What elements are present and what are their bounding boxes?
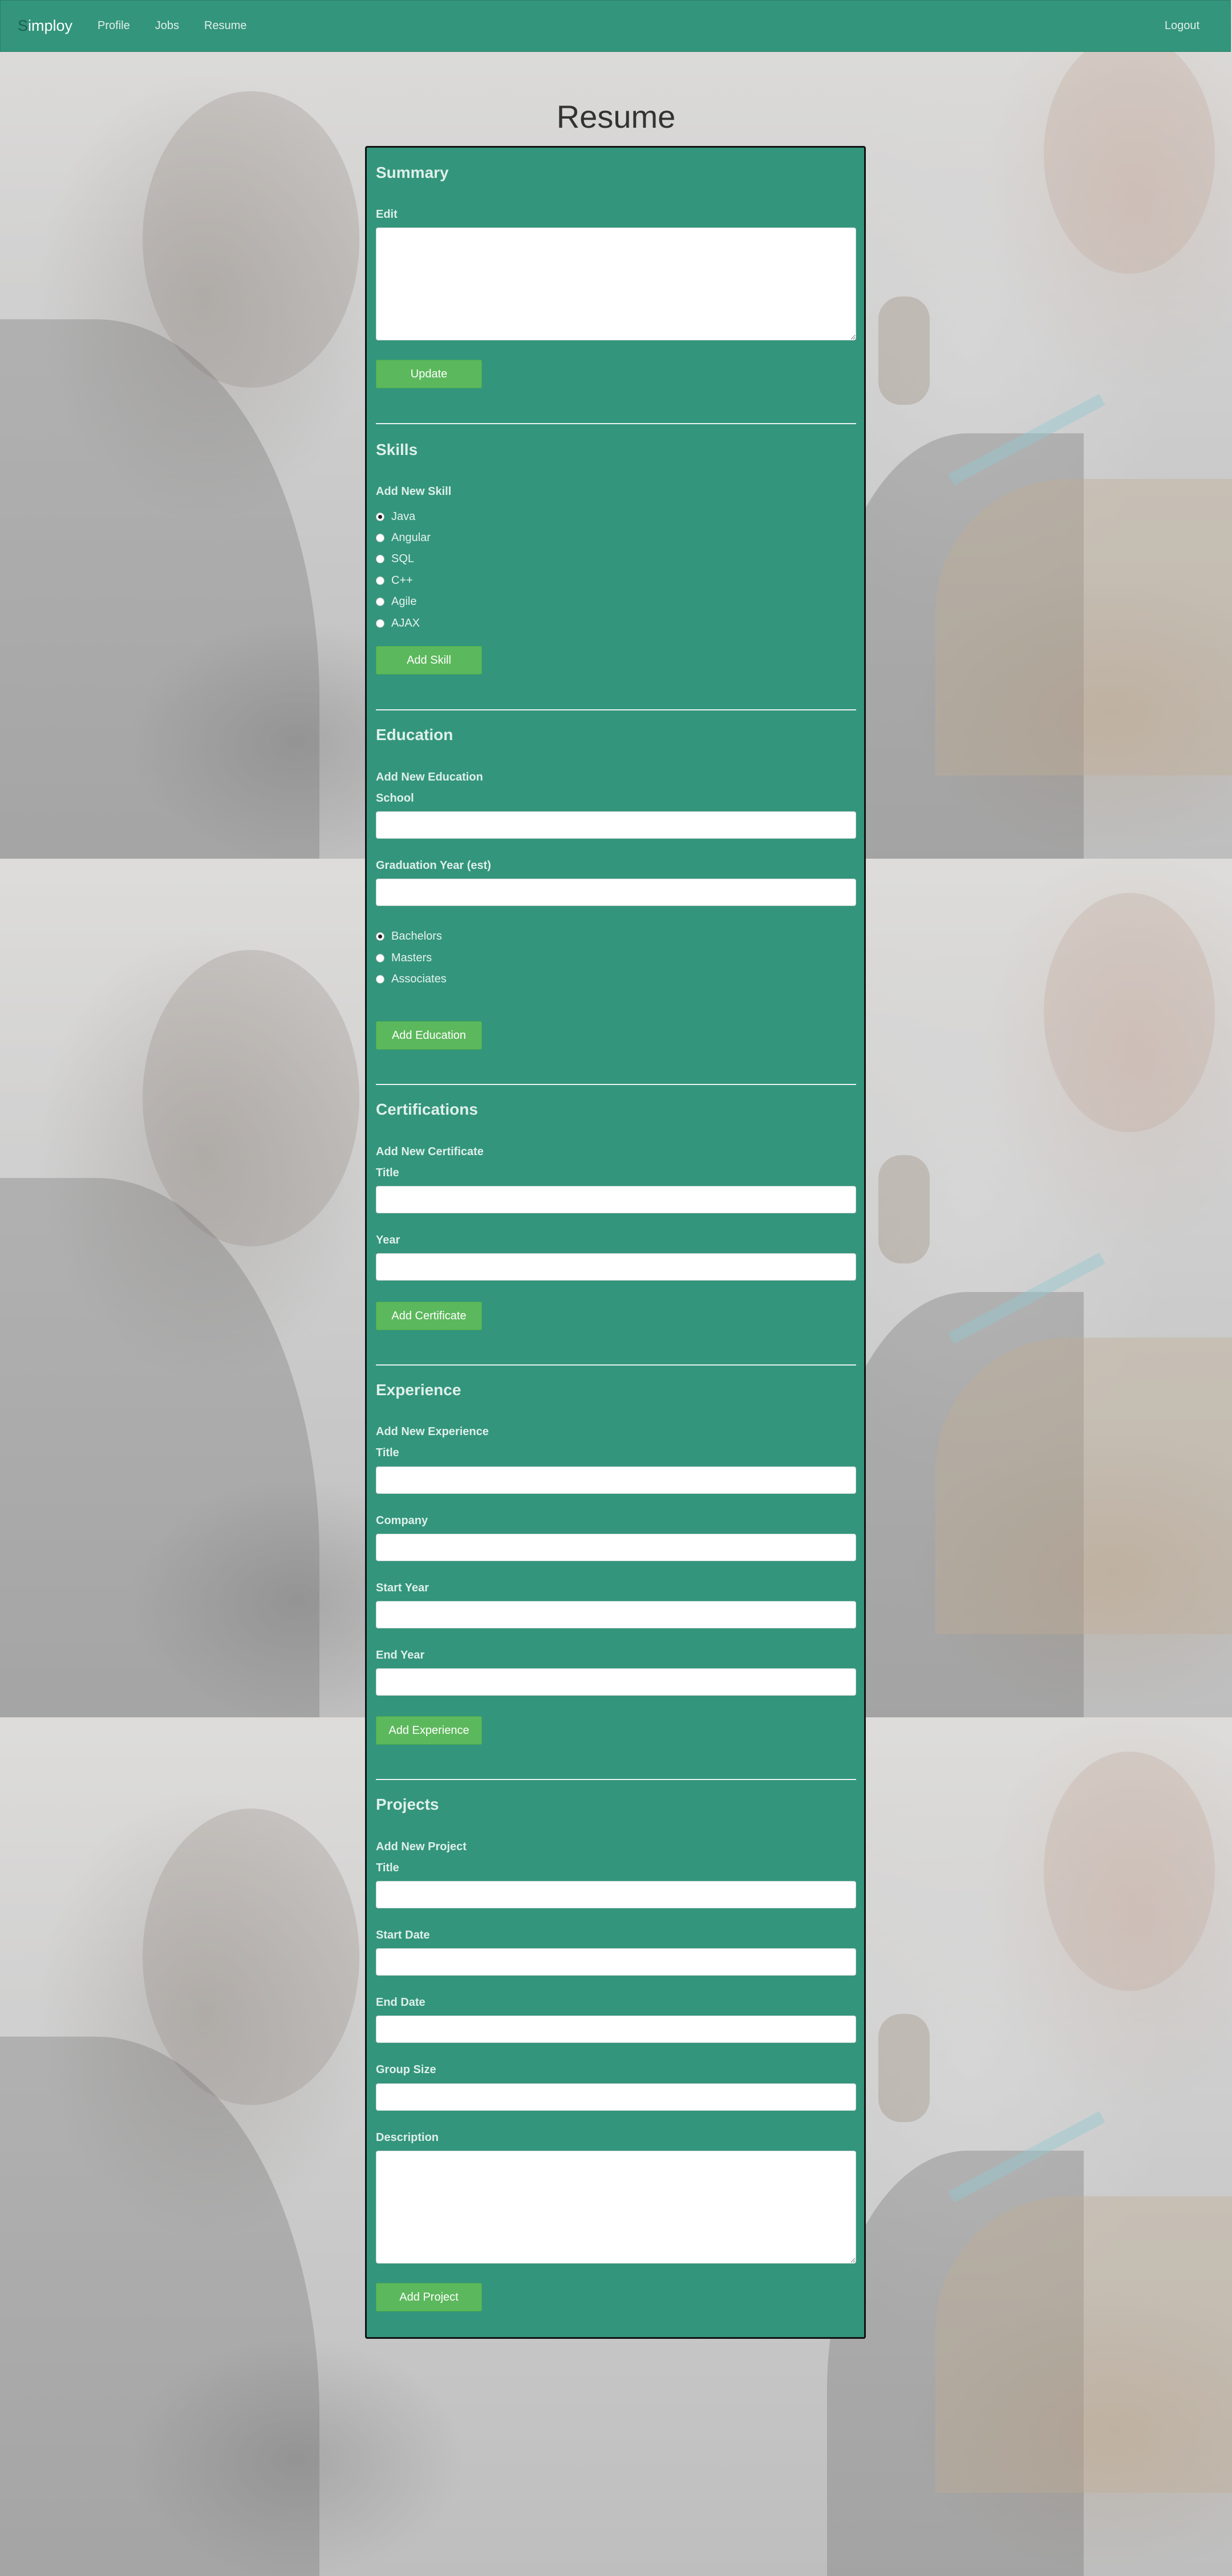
skill-option-angular[interactable]: Angular: [376, 530, 431, 546]
start-year-label: Start Year: [376, 1582, 429, 1594]
skill-option-sql[interactable]: SQL: [376, 551, 414, 567]
degree-option-associates[interactable]: Associates: [376, 971, 447, 987]
degree-option-label: Associates: [391, 972, 447, 985]
nav-link-jobs[interactable]: Jobs: [155, 19, 179, 32]
degree-option-label: Masters: [391, 951, 432, 964]
divider: [376, 423, 856, 424]
company-label: Company: [376, 1514, 428, 1527]
experience-heading: Experience: [376, 1381, 461, 1399]
skill-option-label: SQL: [391, 552, 415, 565]
skill-option-label: Agile: [391, 595, 417, 608]
radio-button[interactable]: [376, 512, 384, 521]
add-skill-label: Add New Skill: [376, 485, 452, 498]
education-heading: Education: [376, 726, 453, 743]
summary-heading: Summary: [376, 164, 449, 181]
description-label: Description: [376, 2131, 439, 2144]
nav-link-resume[interactable]: Resume: [204, 19, 246, 32]
navbar: Simploy Profile Jobs Resume Logout: [0, 0, 1231, 52]
add-experience-button[interactable]: Add Experience: [376, 1716, 482, 1745]
radio-button[interactable]: [376, 953, 384, 962]
summary-edit-textarea[interactable]: [376, 227, 856, 340]
graduation-year-input[interactable]: [376, 879, 856, 906]
brand-name: imploy: [28, 17, 73, 34]
end-date-input[interactable]: [376, 2016, 856, 2043]
degree-option-label: Bachelors: [391, 929, 442, 942]
group-size-input[interactable]: [376, 2083, 856, 2111]
description-textarea[interactable]: [376, 2151, 856, 2264]
degree-option-bachelors[interactable]: Bachelors: [376, 928, 442, 944]
certificate-title-label: Title: [376, 1167, 399, 1179]
skill-option-label: C++: [391, 574, 413, 587]
start-year-input[interactable]: [376, 1601, 856, 1628]
end-date-label: End Date: [376, 1996, 425, 2009]
skill-option-label: Angular: [391, 531, 431, 544]
add-certificate-label: Add New Certificate: [376, 1145, 484, 1158]
project-title-input[interactable]: [376, 1881, 856, 1908]
add-education-button[interactable]: Add Education: [376, 1021, 482, 1050]
divider: [376, 709, 856, 710]
divider: [376, 1364, 856, 1366]
skill-option-ajax[interactable]: AJAX: [376, 615, 420, 631]
projects-heading: Projects: [376, 1795, 439, 1813]
radio-button[interactable]: [376, 619, 384, 628]
divider: [376, 1779, 856, 1780]
certificate-year-label: Year: [376, 1234, 400, 1246]
add-experience-label: Add New Experience: [376, 1425, 489, 1438]
radio-button[interactable]: [376, 932, 384, 941]
nav-link-profile[interactable]: Profile: [98, 19, 130, 32]
school-label: School: [376, 792, 414, 805]
certificate-title-input[interactable]: [376, 1186, 856, 1213]
add-education-label: Add New Education: [376, 771, 483, 783]
certifications-heading: Certifications: [376, 1100, 478, 1118]
add-certificate-button[interactable]: Add Certificate: [376, 1302, 482, 1330]
skill-option-label: Java: [391, 510, 416, 523]
school-input[interactable]: [376, 811, 856, 839]
end-year-input[interactable]: [376, 1668, 856, 1696]
group-size-label: Group Size: [376, 2063, 436, 2076]
skill-option-java[interactable]: Java: [376, 509, 415, 525]
radio-button[interactable]: [376, 554, 384, 563]
page-title: Resume: [556, 99, 676, 135]
experience-title-label: Title: [376, 1447, 399, 1459]
radio-button[interactable]: [376, 597, 384, 606]
update-summary-button[interactable]: Update: [376, 360, 482, 388]
certificate-year-input[interactable]: [376, 1253, 856, 1281]
radio-button[interactable]: [376, 974, 384, 984]
brand-initial: S: [18, 17, 29, 34]
graduation-year-label: Graduation Year (est): [376, 859, 491, 872]
skills-heading: Skills: [376, 441, 418, 458]
experience-title-input[interactable]: [376, 1466, 856, 1494]
skill-option-cpp[interactable]: C++: [376, 572, 413, 588]
add-skill-button[interactable]: Add Skill: [376, 646, 482, 675]
start-date-label: Start Date: [376, 1929, 430, 1941]
end-year-label: End Year: [376, 1649, 425, 1661]
skill-option-agile[interactable]: Agile: [376, 594, 416, 610]
company-input[interactable]: [376, 1534, 856, 1561]
start-date-input[interactable]: [376, 1948, 856, 1976]
degree-option-masters[interactable]: Masters: [376, 950, 432, 966]
summary-edit-label: Edit: [376, 208, 398, 221]
add-project-label: Add New Project: [376, 1840, 467, 1853]
project-title-label: Title: [376, 1862, 399, 1874]
add-project-button[interactable]: Add Project: [376, 2283, 482, 2311]
radio-button[interactable]: [376, 576, 384, 585]
skill-option-label: AJAX: [391, 616, 420, 629]
radio-button[interactable]: [376, 533, 384, 542]
logout-link[interactable]: Logout: [1165, 19, 1199, 32]
resume-panel: Summary Edit Update Skills Add New Skill…: [365, 146, 866, 2339]
brand-logo[interactable]: Simploy: [18, 17, 72, 35]
divider: [376, 1084, 856, 1085]
